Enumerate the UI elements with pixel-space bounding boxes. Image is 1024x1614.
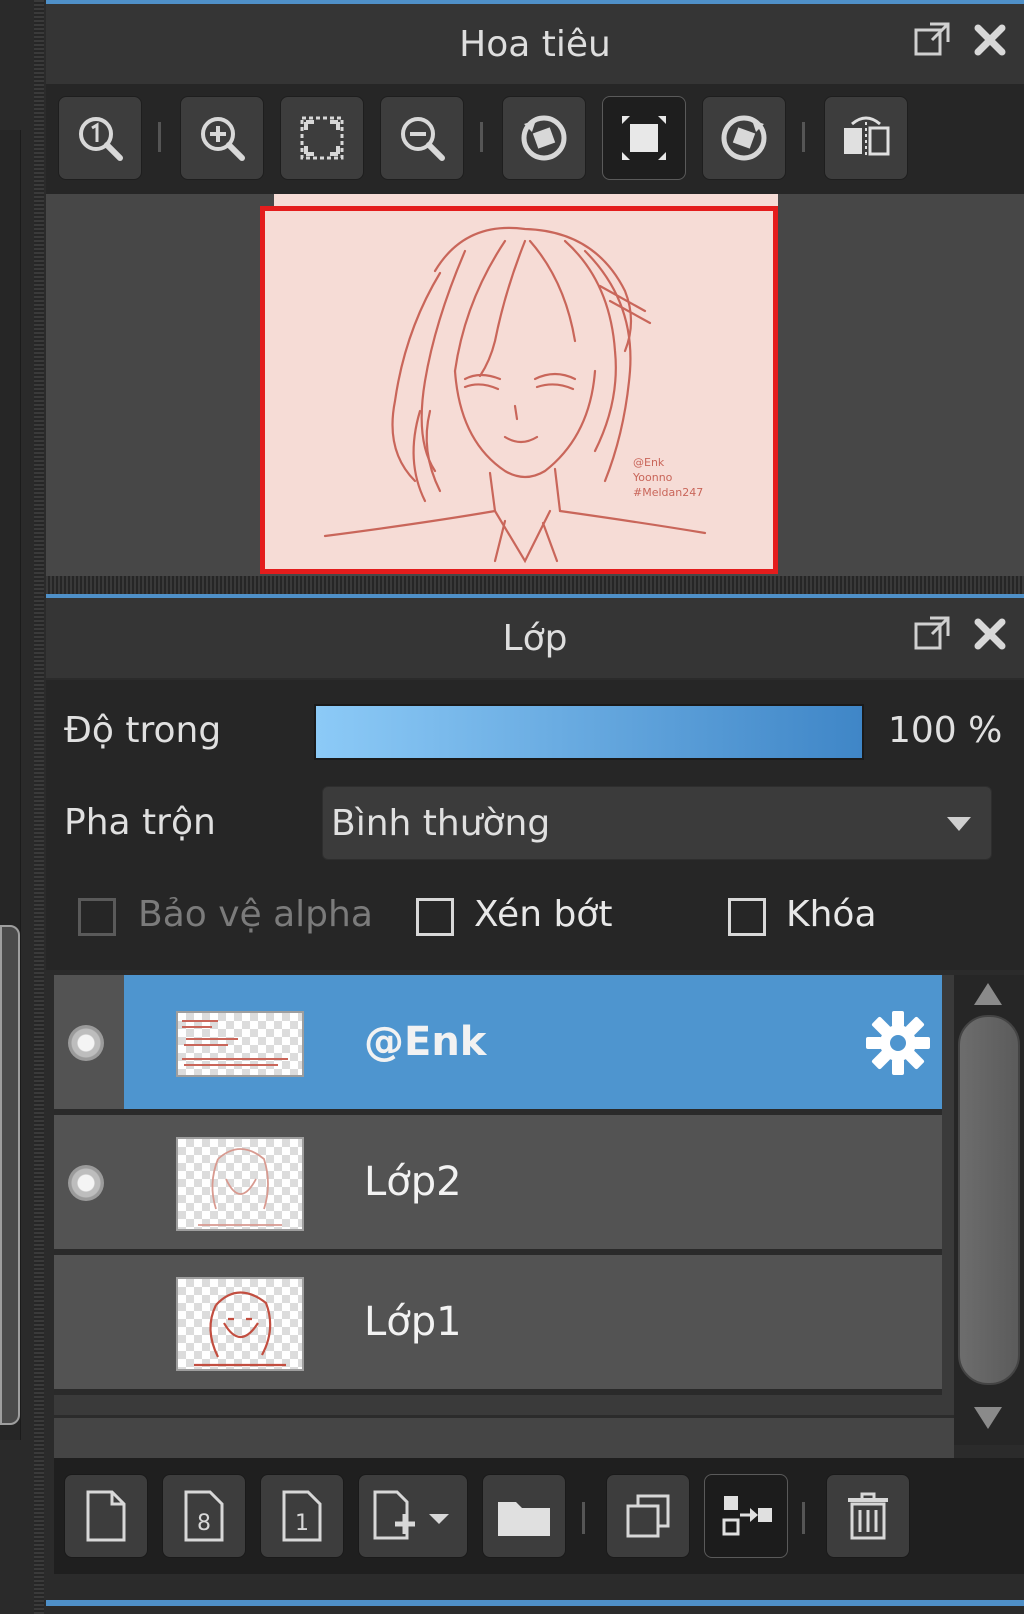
fit-canvas-icon xyxy=(622,116,666,160)
duplicate-icon xyxy=(626,1494,670,1538)
layer-list-scrollbar[interactable] xyxy=(954,975,1024,1445)
close-icon[interactable] xyxy=(970,614,1010,654)
gear-icon[interactable] xyxy=(864,1009,932,1077)
popout-icon[interactable] xyxy=(912,20,952,60)
blend-mode-select[interactable]: Bình thường xyxy=(322,786,992,860)
popout-icon[interactable] xyxy=(912,614,952,654)
layer-properties: Độ trong 100 % Pha trộn Bình thường Bảo … xyxy=(46,680,1024,970)
layer-thumbnail xyxy=(176,1011,304,1077)
scroll-up-icon[interactable] xyxy=(974,983,1002,1005)
8bit-layer-icon: 8 xyxy=(184,1490,224,1542)
add-layer-menu-button[interactable] xyxy=(358,1474,468,1558)
rotate-left-button[interactable] xyxy=(502,96,586,180)
left-dock-strip xyxy=(0,0,44,1614)
toolbar-separator xyxy=(480,122,483,152)
navigator-panel: Hoa tiêu @Enk Yoonno #Meldan247 xyxy=(46,4,1024,576)
visibility-toggle[interactable] xyxy=(68,1165,104,1201)
flip-horizontal-button[interactable] xyxy=(824,96,908,180)
fit-window-button[interactable] xyxy=(280,96,364,180)
layer-row-enk[interactable]: @Enk xyxy=(54,975,942,1115)
svg-text:8: 8 xyxy=(197,1511,211,1536)
layer-row-lop2[interactable]: Lớp2 xyxy=(54,1115,942,1255)
layer-actions-toolbar: 8 1 xyxy=(54,1458,1024,1574)
chevron-down-icon xyxy=(947,817,971,831)
new-layer-icon xyxy=(86,1490,126,1542)
add-layer-dropdown-icon xyxy=(373,1490,449,1540)
horizontal-scrollbar[interactable] xyxy=(54,1418,954,1458)
zoom-out-button[interactable] xyxy=(380,96,464,180)
close-icon[interactable] xyxy=(970,20,1010,60)
toolbar-separator xyxy=(582,1502,585,1534)
layer-thumbnail xyxy=(176,1137,304,1231)
new-1bit-layer-button[interactable]: 1 xyxy=(260,1474,344,1558)
view-frame[interactable]: @Enk Yoonno #Meldan247 xyxy=(260,206,778,574)
zoom-actual-button[interactable] xyxy=(58,96,142,180)
delete-layer-button[interactable] xyxy=(826,1474,910,1558)
zoom-actual-icon xyxy=(79,117,123,161)
navigator-toolbar xyxy=(46,84,1024,194)
fit-canvas-button[interactable] xyxy=(602,96,686,180)
canvas-sketch: @Enk Yoonno #Meldan247 xyxy=(323,226,707,564)
toolbar-separator xyxy=(802,122,805,152)
layers-titlebar[interactable]: Lớp xyxy=(46,598,1024,678)
1bit-layer-icon: 1 xyxy=(282,1490,322,1542)
layer-row-lop1[interactable]: Lớp1 xyxy=(54,1255,942,1395)
opacity-value: 100 % xyxy=(888,710,1003,751)
svg-text:1: 1 xyxy=(295,1511,309,1536)
fit-window-icon xyxy=(300,116,344,160)
opacity-label: Độ trong xyxy=(64,710,222,751)
zoom-out-icon xyxy=(401,117,445,161)
new-layer-button[interactable] xyxy=(64,1474,148,1558)
layer-name: Lớp1 xyxy=(364,1299,462,1345)
blend-label: Pha trộn xyxy=(64,802,216,843)
zoom-in-icon xyxy=(201,117,245,161)
layers-title: Lớp xyxy=(502,617,568,659)
lock-label: Khóa xyxy=(786,894,877,935)
scroll-thumb[interactable] xyxy=(958,1015,1020,1385)
clipping-label: Xén bớt xyxy=(474,894,613,935)
layer-name: @Enk xyxy=(364,1019,487,1065)
canvas-top-edge xyxy=(274,194,778,206)
lock-checkbox[interactable] xyxy=(728,898,766,936)
rotate-right-button[interactable] xyxy=(702,96,786,180)
clipping-checkbox[interactable] xyxy=(416,898,454,936)
thumbnail-sketch xyxy=(198,1148,282,1226)
protect-alpha-label: Bảo vệ alpha xyxy=(138,894,373,935)
toolbar-separator xyxy=(802,1502,805,1534)
blend-mode-value: Bình thường xyxy=(331,803,551,844)
new-folder-button[interactable] xyxy=(482,1474,566,1558)
trash-icon xyxy=(848,1492,888,1540)
rotate-left-icon xyxy=(521,115,567,161)
panel-bottom-accent xyxy=(46,1600,1024,1606)
scroll-down-icon[interactable] xyxy=(974,1407,1002,1429)
duplicate-layer-button[interactable] xyxy=(606,1474,690,1558)
protect-alpha-checkbox[interactable] xyxy=(78,898,116,936)
dock-splitter[interactable] xyxy=(34,0,44,1614)
watermark-line-3: #Meldan247 xyxy=(633,486,703,499)
thumbnail-sketch xyxy=(194,1291,286,1367)
toolbar-separator xyxy=(158,122,161,152)
left-scrollbar-thumb[interactable] xyxy=(0,925,20,1425)
panel-splitter[interactable] xyxy=(46,576,1024,594)
merge-layer-icon xyxy=(722,1496,772,1536)
navigator-title: Hoa tiêu xyxy=(459,23,611,65)
thumbnail-text-art xyxy=(182,1020,288,1066)
navigator-titlebar[interactable]: Hoa tiêu xyxy=(46,4,1024,84)
zoom-in-button[interactable] xyxy=(180,96,264,180)
watermark-line-2: Yoonno xyxy=(632,471,673,484)
new-8bit-layer-button[interactable]: 8 xyxy=(162,1474,246,1558)
watermark-line-1: @Enk xyxy=(633,456,665,469)
rotate-right-icon xyxy=(721,115,767,161)
layer-list: @Enk Lớp2 Lớp1 xyxy=(54,975,954,1415)
folder-icon xyxy=(498,1502,550,1536)
opacity-slider[interactable] xyxy=(314,704,864,760)
layer-thumbnail xyxy=(176,1277,304,1371)
navigator-preview[interactable]: @Enk Yoonno #Meldan247 xyxy=(46,194,1024,576)
flip-horizontal-icon xyxy=(844,116,890,158)
visibility-toggle[interactable] xyxy=(68,1025,104,1061)
merge-down-button[interactable] xyxy=(704,1474,788,1558)
layer-name: Lớp2 xyxy=(364,1159,462,1205)
